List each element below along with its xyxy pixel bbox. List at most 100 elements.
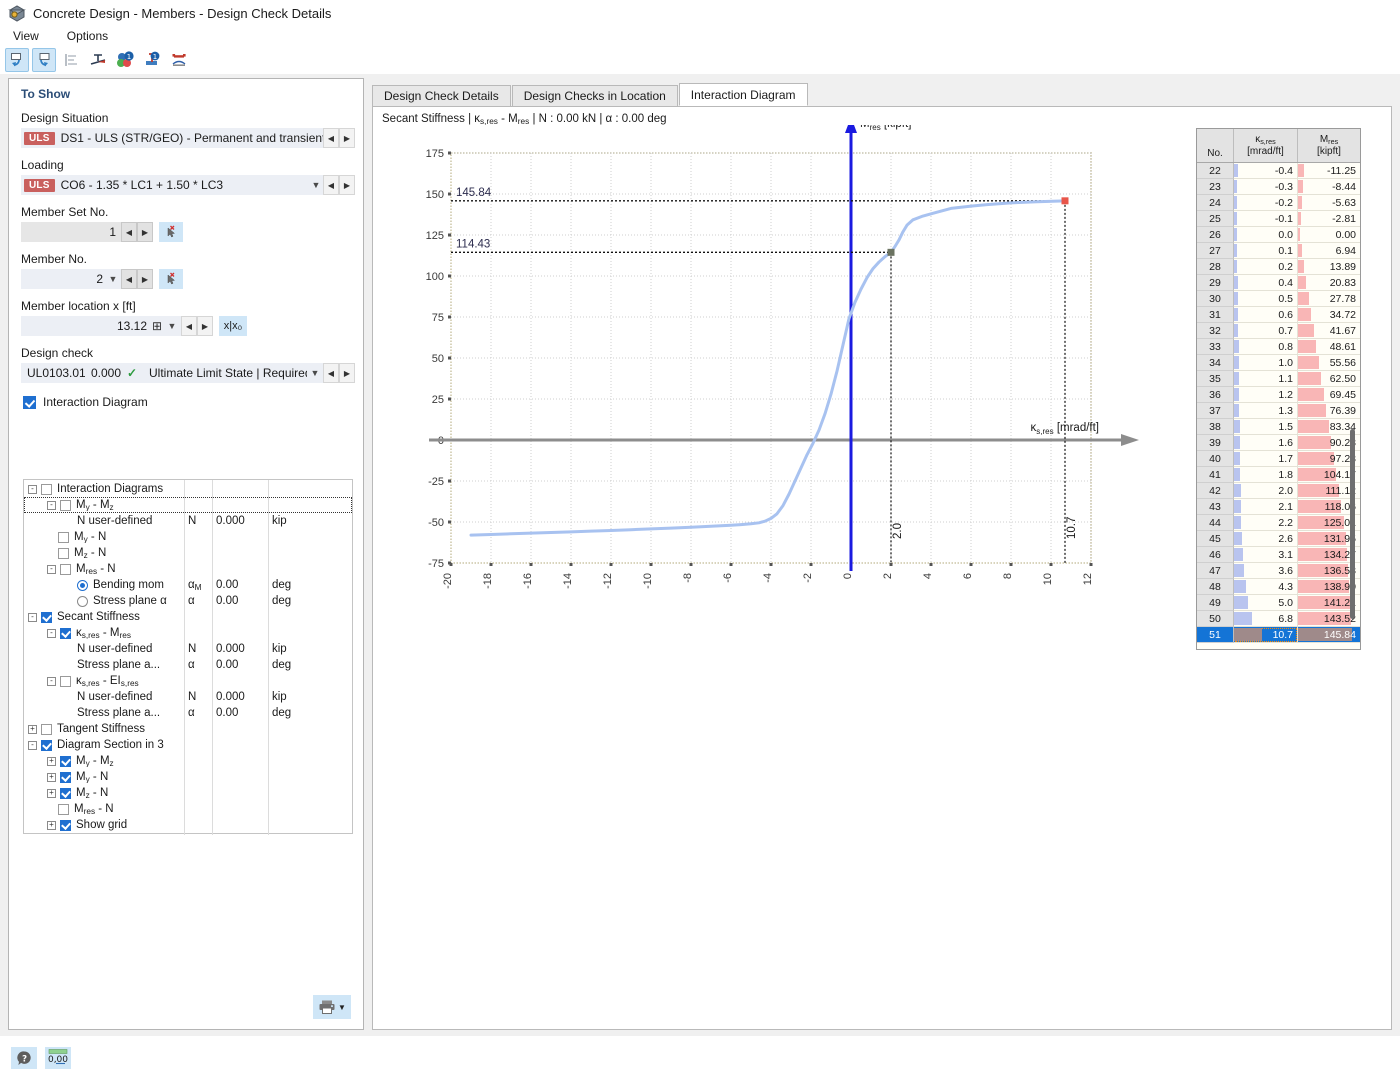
collapse-icon[interactable]: - [28, 740, 37, 750]
tree-row[interactable]: - Mres - N [24, 561, 352, 577]
member-set-no-prev-button[interactable]: ◀ [121, 222, 137, 242]
member-no-input[interactable]: 2 ▼ [21, 269, 121, 289]
tree-radio[interactable] [77, 579, 88, 591]
tree-row-value[interactable]: 0.00 [216, 707, 268, 719]
design-check-ratio-cell[interactable]: 0.000 ✓ [85, 363, 143, 383]
decimal-places-button[interactable]: 0,00 [45, 1047, 71, 1069]
help-button[interactable]: ? [11, 1047, 37, 1069]
tree-checkbox[interactable] [58, 803, 69, 815]
tree-checkbox[interactable] [60, 787, 71, 799]
design-situation-combo[interactable]: ULS DS1 - ULS (STR/GEO) - Permanent and … [21, 128, 323, 148]
tree-row[interactable]: - κs,res - Mres [24, 625, 352, 641]
table-body[interactable]: 22 -0.4 -11.25 23 -0.3 -8.44 24 -0.2 -5.63 25 -0.1… [1197, 163, 1360, 643]
tree-checkbox[interactable] [60, 675, 71, 687]
tree-row[interactable]: + My - Mz [24, 753, 352, 769]
table-cell-ks[interactable]: 1.5 [1234, 419, 1298, 435]
tree-row[interactable]: N user-defined N 0.000 kip [24, 689, 352, 705]
tree-row[interactable]: - κs,res - EIs,res [24, 673, 352, 689]
table-row[interactable]: 49 5.0 141.21 [1197, 595, 1360, 611]
data-point-marker[interactable] [1061, 197, 1069, 205]
tree-row-value[interactable]: 0.00 [216, 659, 268, 671]
tree-row[interactable]: - Diagram Section in 3 [24, 737, 352, 753]
tree-checkbox[interactable] [60, 499, 71, 511]
table-cell-ks[interactable]: 0.2 [1234, 259, 1298, 275]
loading-next-button[interactable]: ▶ [339, 175, 355, 195]
table-cell-ks[interactable]: 0.1 [1234, 243, 1298, 259]
table-cell-ks[interactable]: 2.0 [1234, 483, 1298, 499]
table-cell-ks[interactable]: 5.0 [1234, 595, 1298, 611]
design-check-code[interactable]: UL0103.01 [21, 363, 86, 383]
cross-section-icon[interactable] [86, 48, 110, 72]
tree-row[interactable]: + My - N [24, 769, 352, 785]
data-point-marker[interactable] [887, 248, 895, 256]
table-cell-ks[interactable]: 0.4 [1234, 275, 1298, 291]
expand-icon[interactable]: + [47, 756, 56, 766]
tree-checkbox[interactable] [60, 563, 71, 575]
collapse-icon[interactable]: - [47, 564, 56, 574]
interaction-diagram-tree[interactable]: - Interaction Diagrams - My - Mz N user-defi… [23, 479, 353, 835]
member-result-icon[interactable] [167, 48, 191, 72]
undo-rotate-left-icon[interactable] [5, 48, 29, 72]
table-row[interactable]: 43 2.1 118.06 [1197, 499, 1360, 515]
tree-row[interactable]: + Tangent Stiffness [24, 721, 352, 737]
table-cell-ks[interactable]: 0.7 [1234, 323, 1298, 339]
table-row[interactable]: 22 -0.4 -11.25 [1197, 163, 1360, 179]
menu-options[interactable]: Options [64, 28, 111, 44]
table-cell-ks[interactable]: 2.6 [1234, 531, 1298, 547]
table-cell-ks[interactable]: 1.7 [1234, 451, 1298, 467]
tab-design-checks-in-location[interactable]: Design Checks in Location [511, 85, 678, 106]
tree-checkbox[interactable] [58, 547, 69, 559]
tree-row[interactable]: My - N [24, 529, 352, 545]
table-cell-ks[interactable]: -0.3 [1234, 179, 1298, 195]
table-cell-ks[interactable]: 10.7 [1234, 627, 1298, 643]
table-row[interactable]: 48 4.3 138.90 [1197, 579, 1360, 595]
loading-prev-button[interactable]: ◀ [323, 175, 339, 195]
load-combination-1-icon[interactable]: 1 [113, 48, 137, 72]
table-row[interactable]: 37 1.3 76.39 [1197, 403, 1360, 419]
design-situation-1-icon[interactable]: 1 [140, 48, 164, 72]
tree-row[interactable]: Mres - N [24, 801, 352, 817]
tree-row-value[interactable]: 0.00 [216, 579, 268, 591]
member-pick-button[interactable] [159, 269, 183, 289]
tree-row[interactable]: - Secant Stiffness [24, 609, 352, 625]
tree-checkbox[interactable] [60, 771, 71, 783]
table-cell-ks[interactable]: 0.8 [1234, 339, 1298, 355]
table-row[interactable]: 26 0.0 0.00 [1197, 227, 1360, 243]
table-row[interactable]: 32 0.7 41.67 [1197, 323, 1360, 339]
tree-row[interactable]: - Interaction Diagrams [24, 481, 352, 497]
design-check-chevron-down-icon[interactable]: ▼ [308, 368, 322, 378]
tree-row[interactable]: Bending mom αM 0.00 deg [24, 577, 352, 593]
expand-icon[interactable]: + [47, 772, 56, 782]
table-row[interactable]: 44 2.2 125.01 [1197, 515, 1360, 531]
design-check-description-combo[interactable]: Ultimate Limit State | Required... ▼ [143, 363, 323, 383]
member-location-chevron-down-icon[interactable]: ▼ [165, 321, 179, 331]
table-row[interactable]: 33 0.8 48.61 [1197, 339, 1360, 355]
table-cell-ks[interactable]: 1.6 [1234, 435, 1298, 451]
tree-row-value[interactable]: 0.00 [216, 595, 268, 607]
results-table[interactable]: No. κs,res [mrad/ft] Mres [kipft] 22 -0.4… [1196, 128, 1361, 650]
tree-checkbox[interactable] [60, 627, 71, 639]
data-curve[interactable] [469, 199, 1067, 537]
expand-icon[interactable]: + [28, 724, 37, 734]
table-cell-ks[interactable]: 0.6 [1234, 307, 1298, 323]
interaction-diagram-checkbox[interactable] [23, 395, 36, 409]
collapse-icon[interactable]: - [47, 628, 56, 638]
tree-row[interactable]: N user-defined N 0.000 kip [24, 513, 352, 529]
table-cell-ks[interactable]: 3.6 [1234, 563, 1298, 579]
tree-row[interactable]: Mz - N [24, 545, 352, 561]
table-row[interactable]: 24 -0.2 -5.63 [1197, 195, 1360, 211]
table-row[interactable]: 27 0.1 6.94 [1197, 243, 1360, 259]
table-cell-ks[interactable]: 0.5 [1234, 291, 1298, 307]
member-no-prev-button[interactable]: ◀ [121, 269, 137, 289]
member-location-prev-button[interactable]: ◀ [181, 316, 197, 336]
tree-checkbox[interactable] [60, 755, 71, 767]
interaction-diagram-toggle[interactable]: Interaction Diagram [9, 383, 363, 415]
table-row[interactable]: 29 0.4 20.83 [1197, 275, 1360, 291]
member-set-pick-button[interactable] [159, 222, 183, 242]
tree-radio[interactable] [77, 595, 88, 607]
table-row[interactable]: 36 1.2 69.45 [1197, 387, 1360, 403]
tree-checkbox[interactable] [41, 611, 52, 623]
table-row[interactable]: 35 1.1 62.50 [1197, 371, 1360, 387]
table-cell-ks[interactable]: 1.0 [1234, 355, 1298, 371]
table-row[interactable]: 41 1.8 104.17 [1197, 467, 1360, 483]
